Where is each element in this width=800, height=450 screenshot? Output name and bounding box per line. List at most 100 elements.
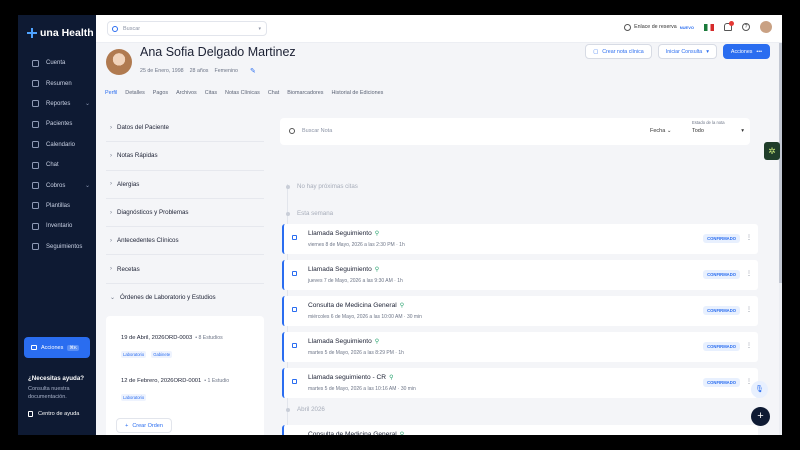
appointment-card[interactable]: Llamada seguimiento - CR ⚲ martes 5 de May… bbox=[282, 368, 758, 398]
tab-item[interactable]: Detalles bbox=[125, 90, 144, 96]
microphone-icon[interactable]: 🎙 bbox=[751, 381, 768, 398]
more-vertical-icon[interactable]: ⋮ bbox=[746, 270, 752, 277]
notes-search-input[interactable]: Buscar Nota bbox=[302, 128, 332, 134]
help-title: ¿Necesitas ayuda? bbox=[28, 375, 85, 382]
appointment-title-row: Llamada seguimiento - CR ⚲ bbox=[308, 374, 393, 381]
sidebar-item-label: Pacientes bbox=[46, 121, 73, 128]
order-item[interactable]: 12 de Febrero, 2026ORD-0001 • 1 Estudio bbox=[121, 378, 229, 384]
globe-icon bbox=[624, 23, 632, 31]
accordion-item[interactable]: › Alergias bbox=[106, 171, 264, 199]
nav-icon bbox=[32, 59, 39, 67]
tab-item[interactable]: Historial de Ediciones bbox=[331, 90, 383, 96]
nav-icon bbox=[32, 243, 39, 251]
no-upcoming-text: No hay próximas citas bbox=[297, 183, 358, 190]
chevron-down-icon: ▾ bbox=[741, 128, 744, 134]
sidebar-item-chat[interactable]: Chat bbox=[18, 155, 96, 175]
cross-logo-icon bbox=[27, 28, 37, 38]
create-clinical-note-button[interactable]: ▢ Crear nota clínica bbox=[585, 44, 652, 59]
note-status-value: Todo bbox=[692, 128, 704, 134]
sidebar-item-reportes[interactable]: Reportes ⌄ bbox=[18, 94, 96, 114]
more-vertical-icon[interactable]: ⋮ bbox=[746, 342, 752, 349]
sidebar-item-cuenta[interactable]: Cuenta bbox=[18, 53, 96, 73]
order-date-code: 12 de Febrero, 2026ORD-0001 bbox=[121, 378, 202, 384]
appointment-datetime: miércoles 6 de Mayo, 2026 a las 10:00 AM… bbox=[308, 314, 422, 320]
patient-tabs: Perfil Detalles Pagos Archivos Citas Notas Cl… bbox=[105, 90, 383, 96]
help-center-link[interactable]: Centro de ayuda bbox=[28, 411, 79, 417]
order-chips: Laboratorio bbox=[121, 394, 147, 401]
tab-item[interactable]: Archivos bbox=[176, 90, 197, 96]
date-sort-dropdown[interactable]: Fecha ⌄ bbox=[650, 128, 671, 134]
help-subtitle[interactable]: Consulta nuestra documentación. bbox=[28, 385, 92, 401]
chip: Laboratorio bbox=[121, 351, 147, 358]
patient-age: 28 años bbox=[189, 68, 209, 74]
accordion-item[interactable]: › Diagnósticos y Problemas bbox=[106, 199, 264, 228]
nav-icon bbox=[32, 120, 39, 128]
order-count: • 1 Estudio bbox=[204, 378, 230, 384]
add-floating-button[interactable]: + bbox=[751, 407, 770, 426]
booking-link[interactable]: Enlace de reserva NUEVO bbox=[624, 23, 694, 31]
appointment-card[interactable]: Llamada Seguimiento ⚲ jueves 7 de Mayo, 20… bbox=[282, 260, 758, 290]
assistant-widget-icon[interactable]: ✲ bbox=[764, 142, 780, 160]
plus-icon: + bbox=[125, 422, 129, 429]
start-consult-button[interactable]: Iniciar Consulta ▾ bbox=[657, 44, 717, 59]
accordion-item[interactable]: › Antecedentes Clínicos bbox=[106, 227, 264, 256]
actions-button[interactable]: Acciones ••• bbox=[722, 44, 770, 59]
sidebar-item-resumen[interactable]: Resumen bbox=[18, 73, 96, 93]
brand-logo[interactable]: una Health bbox=[27, 27, 94, 39]
sidebar-item-pacientes[interactable]: Pacientes bbox=[18, 114, 96, 134]
order-item[interactable]: 19 de Abril, 2026ORD-0003 • 8 Estudios bbox=[121, 335, 223, 341]
mexico-flag-icon[interactable] bbox=[704, 23, 714, 31]
accordion-item[interactable]: › Datos del Paciente bbox=[106, 114, 264, 143]
appointment-card[interactable]: Llamada Seguimiento ⚲ viernes 8 de Mayo, 2… bbox=[282, 224, 758, 254]
scrollbar-thumb[interactable] bbox=[779, 43, 782, 283]
tab-item[interactable]: Notas Clínicas bbox=[225, 90, 260, 96]
help-icon[interactable]: ? bbox=[742, 23, 750, 31]
bell-icon[interactable] bbox=[724, 21, 734, 31]
sidebar-item-cobros[interactable]: Cobros ⌄ bbox=[18, 175, 96, 195]
appointment-card[interactable]: Llamada Seguimiento ⚲ martes 5 de Mayo, 20… bbox=[282, 332, 758, 362]
appointment-card[interactable]: Consulta de Medicina General ⚲ miércoles 6… bbox=[282, 296, 758, 326]
sidebar-item-label: Calendario bbox=[46, 141, 76, 148]
appointment-card[interactable]: Consulta de Medicina General⚲CONFIRMADO⋮ bbox=[282, 425, 758, 435]
sidebar-item-plantillas[interactable]: Plantillas bbox=[18, 196, 96, 216]
accordion-orders[interactable]: ⌄ Órdenes de Laboratorio y Estudios bbox=[106, 284, 264, 312]
more-vertical-icon[interactable]: ⋮ bbox=[746, 378, 752, 385]
brand-name: una Health bbox=[40, 27, 94, 39]
sidebar-acciones-button[interactable]: Acciones ⌘K bbox=[24, 337, 90, 358]
edit-pencil-icon[interactable]: ✎ bbox=[250, 67, 256, 75]
tab-item[interactable]: Chat bbox=[268, 90, 279, 96]
accordion-item[interactable]: › Notas Rápidas bbox=[106, 142, 264, 171]
shortcut-badge: ⌘K bbox=[67, 344, 79, 351]
create-order-button[interactable]: + Crear Orden bbox=[116, 418, 172, 433]
order-date-code: 19 de Abril, 2026ORD-0003 bbox=[121, 335, 193, 341]
section-april: Abril 2026 bbox=[286, 406, 325, 413]
section-this-week-text: Esta semana bbox=[297, 210, 334, 217]
chevron-down-icon: ⌄ bbox=[110, 295, 116, 302]
more-vertical-icon[interactable]: ⋮ bbox=[746, 306, 752, 313]
tab-item[interactable]: Citas bbox=[205, 90, 217, 96]
calendar-icon bbox=[292, 235, 297, 240]
chevron-right-icon: › bbox=[110, 124, 112, 131]
create-note-label: Crear nota clínica bbox=[602, 48, 644, 55]
user-avatar[interactable] bbox=[760, 21, 772, 33]
tab-item[interactable]: Biomarcadores bbox=[287, 90, 323, 96]
section-this-week: Esta semana bbox=[286, 210, 333, 217]
global-search-input[interactable]: Buscar ▾ bbox=[107, 21, 267, 36]
chevron-right-icon: › bbox=[110, 181, 112, 188]
tab-item[interactable]: Pagos bbox=[153, 90, 168, 96]
new-badge: NUEVO bbox=[679, 24, 694, 30]
status-badge: CONFIRMADO bbox=[703, 342, 740, 351]
booking-link-label: Enlace de reserva bbox=[634, 24, 677, 30]
tab-item[interactable]: Perfil bbox=[105, 90, 117, 96]
accordion-item-label: Recetas bbox=[117, 265, 140, 273]
more-vertical-icon[interactable]: ⋮ bbox=[746, 234, 752, 241]
sidebar-item-inventario[interactable]: Inventario bbox=[18, 216, 96, 236]
chip: Laboratorio bbox=[121, 394, 147, 401]
sidebar-item-seguimientos[interactable]: Seguimientos bbox=[18, 237, 96, 257]
location-pin-icon: ⚲ bbox=[374, 267, 380, 273]
sidebar-item-calendario[interactable]: Calendario bbox=[18, 135, 96, 155]
sidebar-item-label: Cuenta bbox=[46, 60, 66, 67]
nav-icon bbox=[32, 161, 39, 169]
accordion-item[interactable]: › Recetas bbox=[106, 255, 264, 284]
note-status-select[interactable]: Todo ▾ bbox=[692, 128, 744, 134]
